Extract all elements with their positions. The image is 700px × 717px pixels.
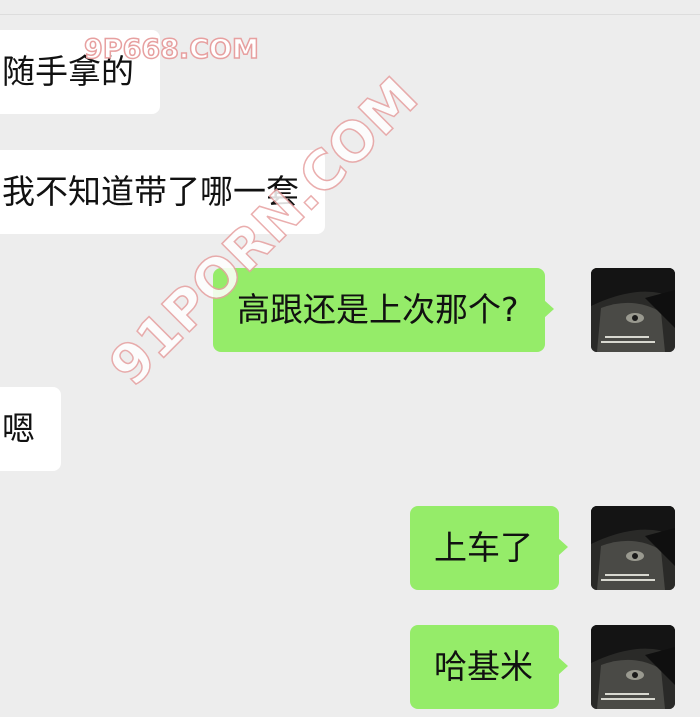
incoming-message-bubble[interactable]: 随手拿的 <box>0 30 160 114</box>
message-text: 上车了 <box>434 528 533 567</box>
message-text: 嗯 <box>2 409 35 448</box>
message-text: 高跟还是上次那个? <box>237 290 519 329</box>
avatar[interactable] <box>591 268 675 352</box>
top-divider <box>0 14 700 15</box>
message-text: 随手拿的 <box>2 52 134 91</box>
incoming-message-bubble[interactable]: 我不知道带了哪一套 <box>0 150 325 234</box>
anime-portrait-icon <box>591 506 675 590</box>
anime-portrait-icon <box>591 268 675 352</box>
avatar[interactable] <box>591 625 675 709</box>
avatar[interactable] <box>591 506 675 590</box>
incoming-message-bubble[interactable]: 嗯 <box>0 387 61 471</box>
outgoing-message-bubble[interactable]: 高跟还是上次那个? <box>213 268 554 352</box>
outgoing-message-bubble[interactable]: 上车了 <box>410 506 568 590</box>
message-text: 我不知道带了哪一套 <box>2 172 299 211</box>
outgoing-message-bubble[interactable]: 哈基米 <box>410 625 568 709</box>
anime-portrait-icon <box>591 625 675 709</box>
message-text: 哈基米 <box>434 647 533 686</box>
